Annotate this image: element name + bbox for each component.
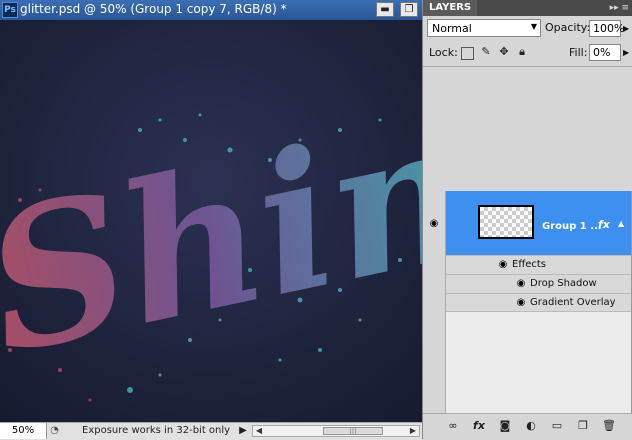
minimize-icon[interactable]: ▬ <box>376 2 394 17</box>
panel-menu-icon[interactable]: ▸▸ ≡ <box>610 0 629 16</box>
status-menu-arrow-icon[interactable]: ▶ <box>236 423 250 439</box>
fx-icon[interactable]: fx <box>471 419 487 433</box>
opacity-field[interactable]: 100% <box>589 20 624 37</box>
layer-thumbnail <box>478 205 534 239</box>
blend-mode-select[interactable]: Normal ▼ <box>427 19 541 37</box>
eye-icon[interactable]: ◉ <box>514 298 528 308</box>
eye-icon[interactable]: ◉ <box>496 260 510 270</box>
layer-row-selected[interactable]: Group 1 ... fx ▲ <box>446 191 632 255</box>
tab-layers[interactable]: LAYERS <box>423 0 478 16</box>
photoshop-logo-icon: Ps <box>2 2 18 18</box>
scroll-thumb[interactable]: ||| <box>323 427 383 435</box>
document-title: glitter.psd @ 50% (Group 1 copy 7, RGB/8… <box>20 2 287 16</box>
document-window: Ps glitter.psd @ 50% (Group 1 copy 7, RG… <box>0 0 422 440</box>
divider <box>423 66 632 67</box>
link-icon[interactable]: ∞ <box>445 419 461 433</box>
layers-list: Group 1 ... fx ▲ ◉ Effects ◉ Drop Shadow… <box>445 191 632 413</box>
effect-label: Gradient Overlay <box>530 297 616 308</box>
chevron-down-icon: ▼ <box>530 22 537 31</box>
new-layer-icon[interactable]: ❐ <box>575 419 591 433</box>
horizontal-scrollbar[interactable]: ◀ ||| ▶ <box>252 425 420 437</box>
lock-label: Lock: <box>429 46 458 59</box>
lock-all-icon[interactable]: 🔒︎ <box>515 45 529 59</box>
collapse-arrow-icon[interactable]: ▲ <box>618 219 624 228</box>
lock-move-icon[interactable]: ✥ <box>497 45 511 59</box>
restore-icon[interactable]: ❐ <box>400 2 418 17</box>
fill-field[interactable]: 0% <box>589 44 621 61</box>
effects-row[interactable]: ◉ Effects <box>446 255 632 274</box>
lock-transparent-icon[interactable] <box>461 47 474 60</box>
status-info-icon[interactable]: ◔ <box>48 425 61 437</box>
canvas[interactable]: Shin <box>0 20 422 422</box>
status-message: Exposure works in 32-bit only <box>82 425 231 436</box>
fx-icon[interactable]: fx <box>598 218 610 231</box>
layers-panel: LAYERS ▸▸ ≡ Normal ▼ Opacity: 100% ▶ Loc… <box>422 0 632 440</box>
effect-label: Drop Shadow <box>530 278 597 289</box>
blend-mode-value: Normal <box>432 22 472 35</box>
scroll-left-icon[interactable]: ◀ <box>253 426 265 436</box>
scroll-right-icon[interactable]: ▶ <box>407 426 419 436</box>
effects-label: Effects <box>512 259 546 270</box>
status-bar: 50% ◔ Exposure works in 32-bit only ▶ ◀ … <box>0 422 422 440</box>
zoom-field[interactable]: 50% <box>0 423 47 439</box>
layer-name: Group 1 ... <box>542 221 602 232</box>
opacity-label: Opacity: <box>545 21 591 34</box>
panel-header: LAYERS ▸▸ ≡ <box>423 0 632 16</box>
fill-label: Fill: <box>569 46 588 59</box>
fill-slider-arrow-icon[interactable]: ▶ <box>623 48 629 57</box>
panel-footer: ∞ fx ◙ ◐ ▭ ❐ 🗑︎ <box>423 413 632 440</box>
mask-icon[interactable]: ◙ <box>497 419 513 433</box>
effect-row-gradient-overlay[interactable]: ◉ Gradient Overlay <box>446 293 632 312</box>
lock-brush-icon[interactable]: ✎ <box>479 45 493 59</box>
eye-icon[interactable]: ◉ <box>514 279 528 289</box>
eye-icon[interactable]: ◉ <box>427 219 441 229</box>
folder-icon[interactable]: ▭ <box>549 419 565 433</box>
opacity-slider-arrow-icon[interactable]: ▶ <box>623 24 629 33</box>
trash-icon[interactable]: 🗑︎ <box>601 419 617 433</box>
visibility-column: ◉ <box>423 191 445 413</box>
effect-row-drop-shadow[interactable]: ◉ Drop Shadow <box>446 274 632 293</box>
document-title-bar[interactable]: Ps glitter.psd @ 50% (Group 1 copy 7, RG… <box>0 0 422 20</box>
adjustment-icon[interactable]: ◐ <box>523 419 539 433</box>
